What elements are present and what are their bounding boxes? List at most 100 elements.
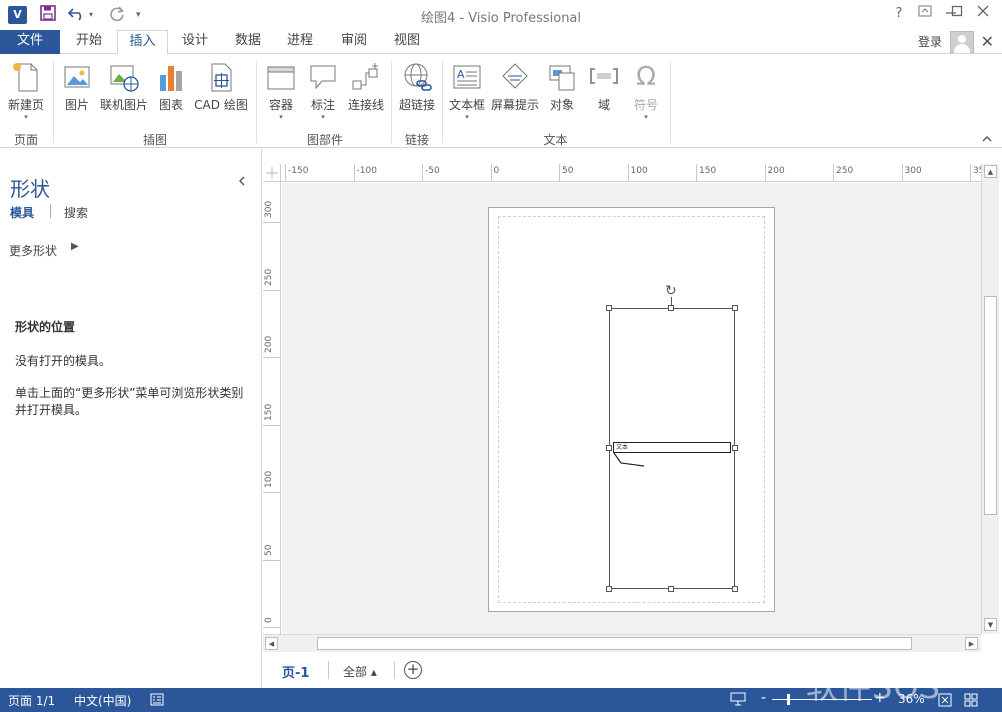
ruler-tick	[764, 164, 766, 181]
tab-divider	[394, 661, 395, 679]
hyperlink-button[interactable]: 超链接	[396, 58, 438, 130]
drawing-page[interactable]: ↻ 文本	[488, 207, 775, 612]
scroll-right-icon[interactable]: ▶	[965, 637, 978, 650]
chart-icon	[156, 61, 186, 93]
tab-search[interactable]: 搜索	[64, 204, 88, 221]
macro-record-icon[interactable]	[150, 693, 164, 709]
selection-handle[interactable]	[732, 445, 738, 451]
title-bar: V ▾ ▾ 绘图4 - Visio Professional ?	[0, 0, 1002, 30]
ruler-tick	[490, 164, 492, 181]
scroll-left-icon[interactable]: ◀	[265, 637, 278, 650]
tab-view[interactable]: 视图	[384, 30, 430, 54]
hyperlink-icon	[402, 61, 432, 93]
selection-handle[interactable]	[606, 586, 612, 592]
vertical-scroll-thumb[interactable]	[984, 296, 997, 515]
ruler-label: 150	[264, 403, 274, 421]
page-number-status[interactable]: 页面 1/1	[8, 692, 55, 709]
selection-handle[interactable]	[606, 305, 612, 311]
horizontal-ruler[interactable]: -150 -100 -50 0 50 100 150 200 250 300 350	[281, 164, 981, 182]
selection-handle[interactable]	[732, 305, 738, 311]
presentation-mode-icon[interactable]	[730, 692, 746, 709]
callout-button[interactable]: 标注 ▾	[305, 58, 341, 130]
ruler-label: 50	[562, 166, 574, 176]
horizontal-scroll-thumb[interactable]	[317, 637, 912, 650]
ruler-label: 50	[264, 544, 274, 556]
close-document-icon[interactable]: ✕	[981, 32, 994, 51]
object-icon	[547, 61, 577, 93]
ruler-label: 0	[493, 166, 500, 176]
ruler-tick	[263, 424, 280, 426]
zoom-slider-thumb[interactable]	[787, 694, 790, 705]
callout-leader-line[interactable]	[613, 453, 645, 467]
selection-handle[interactable]	[668, 586, 674, 592]
object-button[interactable]: 对象	[545, 58, 579, 130]
ruler-tick	[422, 164, 423, 181]
vertical-ruler[interactable]: 300 250 200 150 100 50 0	[263, 182, 281, 634]
language-status[interactable]: 中文(中国)	[74, 692, 131, 709]
chevron-right-icon[interactable]: ▶	[71, 241, 79, 252]
close-window-icon[interactable]	[972, 4, 994, 24]
chevron-down-icon: ▾	[644, 113, 648, 121]
ruler-tick	[263, 492, 280, 493]
drawing-canvas-area: -150 -100 -50 0 50 100 150 200 250 300 350 300 250 2…	[263, 149, 1002, 688]
screentip-icon	[500, 61, 530, 93]
symbol-button[interactable]: Ω 符号 ▾	[628, 58, 664, 130]
tab-divider	[328, 661, 329, 679]
tab-home[interactable]: 开始	[66, 30, 112, 54]
maximize-icon[interactable]	[946, 4, 968, 24]
screentip-button[interactable]: 屏幕提示	[489, 58, 541, 130]
add-page-button[interactable]: +	[404, 661, 422, 679]
avatar[interactable]	[950, 31, 974, 53]
selection-handle[interactable]	[668, 305, 674, 311]
zoom-out-button[interactable]: -	[761, 690, 766, 706]
scroll-up-icon[interactable]: ▲	[984, 165, 997, 178]
selection-handle[interactable]	[732, 586, 738, 592]
chevron-down-icon: ▾	[321, 113, 325, 121]
field-button[interactable]: 域	[587, 58, 621, 130]
online-picture-button[interactable]: 联机图片	[98, 58, 150, 130]
tab-data[interactable]: 数据	[225, 30, 271, 54]
ruler-tick	[627, 164, 629, 181]
scroll-down-icon[interactable]: ▼	[984, 618, 997, 631]
symbol-icon: Ω	[636, 62, 656, 92]
collapse-panel-icon[interactable]	[238, 175, 246, 190]
shapes-panel-title: 形状	[10, 177, 50, 201]
connector-button[interactable]: 连接线	[345, 58, 387, 130]
cad-drawing-button[interactable]: CAD 绘图	[192, 58, 250, 130]
help-button[interactable]: ?	[888, 4, 910, 24]
textbox-icon: A	[452, 61, 482, 93]
ruler-tick	[263, 627, 280, 628]
ruler-label: 0	[264, 617, 274, 623]
switch-windows-icon[interactable]	[964, 693, 978, 710]
group-divider	[391, 61, 392, 143]
ruler-label: 200	[767, 166, 785, 176]
all-pages-button[interactable]: 全部 ▴	[343, 663, 377, 680]
tab-process[interactable]: 进程	[277, 30, 323, 54]
container-button[interactable]: 容器 ▾	[263, 58, 299, 130]
ribbon-tab-row: 文件 开始 插入 设计 数据 进程 审阅 视图 登录 ✕	[0, 30, 1002, 55]
tab-page-1[interactable]: 页-1	[282, 662, 309, 681]
new-page-button[interactable]: 新建页 ▾	[4, 58, 48, 130]
group-label-illustrations: 插图	[142, 133, 167, 147]
collapse-ribbon-icon[interactable]	[982, 132, 992, 145]
vertical-scrollbar[interactable]: ▲ ▼	[981, 164, 999, 634]
ruler-label: 300	[904, 166, 922, 176]
drawing-area[interactable]: ↻ 文本	[282, 183, 981, 634]
ruler-corner[interactable]	[263, 164, 281, 182]
tab-file[interactable]: 文件	[0, 30, 60, 54]
textbox-button[interactable]: A 文本框 ▾	[447, 58, 487, 130]
more-shapes-menu[interactable]: 更多形状	[9, 242, 57, 259]
tab-insert[interactable]: 插入	[117, 30, 168, 55]
chart-button[interactable]: 图表	[154, 58, 188, 130]
tab-design[interactable]: 设计	[172, 30, 218, 54]
callout-shape[interactable]: 文本	[613, 442, 731, 453]
picture-icon	[62, 61, 92, 93]
tab-stencils[interactable]: 模具	[10, 204, 34, 221]
selection-handle[interactable]	[606, 445, 612, 451]
horizontal-scrollbar[interactable]: ◀ ▶	[263, 634, 981, 652]
login-link[interactable]: 登录	[918, 33, 942, 50]
tab-review[interactable]: 审阅	[331, 30, 377, 54]
picture-button[interactable]: 图片	[60, 58, 94, 130]
field-icon	[589, 61, 619, 93]
ribbon-display-options-icon[interactable]	[914, 4, 936, 24]
